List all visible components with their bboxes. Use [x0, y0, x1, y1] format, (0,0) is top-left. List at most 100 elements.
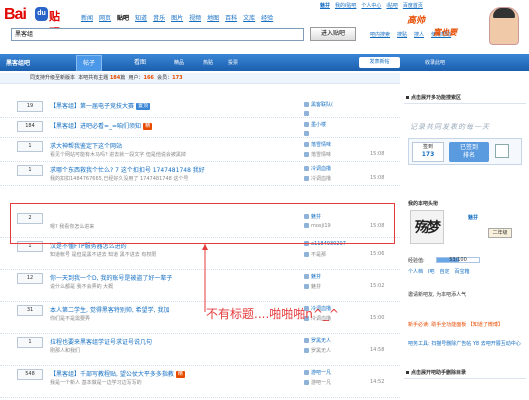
last-replier-name[interactable]: 落雪情味 — [311, 152, 331, 158]
stats-topics: 184 — [109, 75, 121, 81]
thread-title[interactable]: 【黑客组】进吧必看=_=咱们须知精 — [50, 121, 153, 130]
thread-title-text[interactable]: 汉是不懂FTP服务器怎么进的 — [50, 243, 127, 250]
last-replier[interactable]: 落雪情味 — [304, 151, 331, 158]
reply-count: 184 — [17, 121, 43, 132]
thread-title-text[interactable]: 【黑客组】千部写教程贴, 望公仗大平多多指教 — [50, 371, 174, 378]
highlight-box — [10, 203, 395, 244]
nav-link[interactable]: 音乐 — [153, 13, 165, 22]
thread-title-text[interactable]: 【黑客组】第一届电子竞技大赛 — [50, 103, 134, 110]
nav-link[interactable]: 知道 — [135, 13, 147, 22]
thread-author[interactable]: 墨小楼 — [304, 121, 326, 128]
nav-link[interactable]: 百科 — [225, 13, 237, 22]
thread-title[interactable]: 你一天到我一个D, 我的账号是被盗了好一辈子 — [50, 273, 172, 282]
nav-link[interactable]: 新闻 — [81, 13, 93, 22]
thread-author-name[interactable]: 罗黑无人 — [311, 338, 331, 344]
thread-title-text[interactable]: 本人第二学生, 觉得黑客特别帅, 希望学, 我加 — [50, 307, 169, 314]
user-link[interactable]: 魅芬 — [320, 2, 330, 9]
nav-link[interactable]: 图片 — [171, 13, 183, 22]
my-link[interactable]: 个人档 — [408, 268, 423, 275]
last-replier[interactable] — [304, 131, 311, 137]
last-replier[interactable]: 冷调血撸 — [304, 175, 331, 182]
thread-author-name[interactable]: 冷调血撸 — [311, 166, 331, 172]
thread-author-name[interactable]: 黑客联队( — [311, 102, 333, 108]
nav-link[interactable]: 贴吧 — [117, 13, 129, 22]
last-replier[interactable]: 不是那 — [304, 251, 326, 258]
reply-time: 15:08 — [370, 151, 385, 157]
tab-vote[interactable]: 投票 — [228, 59, 238, 66]
thread-title-text[interactable]: 你一天到我一个D, 我的账号是被盗了好一辈子 — [50, 275, 172, 282]
reply-icon — [304, 176, 309, 181]
thread-title[interactable]: 【黑客组】千部写教程贴, 望公仗大平多多指教精 — [50, 369, 185, 378]
nav-link[interactable]: 地图 — [207, 13, 219, 22]
user-link[interactable]: 个人中心 — [361, 2, 381, 9]
sign-status: 已签到 — [459, 144, 478, 151]
tab-images[interactable]: 看图 — [128, 55, 152, 71]
last-replier-name[interactable]: 魅芬 — [311, 284, 321, 290]
thread-author[interactable]: 游吧一凡 — [304, 369, 331, 376]
enter-forum-button[interactable]: 进入贴吧 — [310, 27, 356, 41]
newbie-guide[interactable]: 新手必读: 助手全功能面板 【知道了微博】 — [408, 321, 526, 329]
username[interactable]: 魅芬 — [468, 214, 478, 221]
thread-author-name[interactable]: 魅芬 — [311, 274, 321, 280]
thread-title-text[interactable]: 【黑客组】进吧必看=_=咱们须知 — [50, 123, 141, 130]
user-icon — [304, 370, 309, 375]
thread-title-text[interactable]: 求哪个东西救我个忙么? 7 这个扣扣号 1747481748 我好 — [50, 167, 205, 174]
thread-title[interactable]: 求哪个东西救我个忙么? 7 这个扣扣号 1747481748 我好 — [50, 165, 205, 174]
last-replier[interactable]: 魅芬 — [304, 283, 321, 290]
my-link[interactable]: 百宝箱 — [455, 268, 470, 275]
stats-topics-suffix: 篇 — [120, 75, 126, 81]
nav-link[interactable]: 视频 — [189, 13, 201, 22]
signed-button[interactable]: 已签到 排名 — [449, 142, 489, 162]
promo-banner[interactable]: 高帅 富也要 — [407, 7, 522, 45]
nav-link[interactable]: 经验 — [261, 13, 273, 22]
thread-title-text[interactable]: 求大神帮我鉴定下这个网站 — [50, 143, 122, 150]
avatar[interactable]: 殇梦 — [410, 210, 444, 244]
table-row: 1 拉程也要来黑客组学证号求证号说几句 刚那人和我们 罗黑无人 罗黑无人 14:58 — [0, 334, 400, 366]
thread-title[interactable]: 本人第二学生, 觉得黑客特别帅, 希望学, 我加 — [50, 305, 169, 314]
invite-link[interactable]: 邀请新吧友, 为本吧添人气 — [408, 291, 466, 298]
thread-author-name[interactable]: 落雪情味 — [311, 142, 331, 148]
last-replier[interactable] — [304, 111, 311, 117]
search-input[interactable]: 黑客组 — [11, 28, 304, 41]
my-link[interactable]: 自定 — [440, 268, 450, 275]
thread-title[interactable]: 拉程也要来黑客组学证号求证号说几句 — [50, 337, 152, 346]
exp-progress-bar: 53/100 — [436, 257, 480, 263]
thread-author[interactable]: 罗黑无人 — [304, 337, 331, 344]
my-link[interactable]: I吧 — [428, 268, 434, 275]
new-post-button[interactable]: 发表新帖 — [359, 57, 400, 68]
level-badge: 二年级 — [488, 228, 512, 238]
forum-name[interactable]: 黑客组吧 — [6, 58, 30, 67]
nav-link[interactable]: 网页 — [99, 13, 111, 22]
table-row: 12 你一天到我一个D, 我的账号是被盗了好一辈子 说什么都是 我不会弄的 大概 魅芬… — [0, 270, 400, 302]
user-icon — [304, 142, 309, 147]
user-link[interactable]: i贴吧 — [386, 2, 397, 9]
last-replier[interactable]: 罗黑无人 — [304, 347, 331, 354]
last-replier-name[interactable]: 不是那 — [311, 252, 326, 258]
tab-hot[interactable]: 热贴 — [203, 59, 213, 66]
thread-author[interactable]: 魅芬 — [304, 273, 321, 280]
tab-posts[interactable]: 帖子 — [76, 55, 103, 71]
search-link[interactable]: 搜贴 — [397, 31, 407, 38]
moderator-tools[interactable]: 吧务工具: 扫描号删除广告帖 Y8 去吧开展互动中心 — [408, 340, 526, 348]
calendar-icon[interactable] — [495, 144, 509, 158]
user-link[interactable]: 我的i贴吧 — [335, 2, 356, 9]
last-replier[interactable]: 游吧一凡 — [304, 379, 331, 386]
thread-title[interactable]: 【黑客组】第一届电子竞技大赛 置顶 — [50, 101, 151, 110]
last-replier-name[interactable]: 游吧一凡 — [311, 380, 331, 386]
thread-title[interactable]: 求大神帮我鉴定下这个网站 — [50, 141, 122, 150]
sidebar-head-assistant[interactable]: 点击展开吧助手删除目录 — [404, 367, 526, 379]
tab-featured[interactable]: 精品 — [174, 59, 184, 66]
baidu-tieba-logo[interactable]: Bai du 贴吧 — [4, 6, 70, 39]
search-link[interactable]: 吧内搜索 — [370, 31, 390, 38]
last-replier-name[interactable]: 罗黑无人 — [311, 348, 331, 354]
thread-author-name[interactable]: 墨小楼 — [311, 122, 326, 128]
thread-author-name[interactable]: 游吧一凡 — [311, 370, 331, 376]
nav-link[interactable]: 文库 — [243, 13, 255, 22]
sidebar-head-search[interactable]: 点击展开多功能搜索区 — [404, 92, 526, 104]
thread-author[interactable]: 冷调血撸 — [304, 165, 331, 172]
last-replier-name[interactable]: 冷调血撸 — [311, 176, 331, 182]
thread-title-text[interactable]: 拉程也要来黑客组学证号求证号说几句 — [50, 339, 152, 346]
thread-author[interactable]: 落雪情味 — [304, 141, 331, 148]
thread-author[interactable]: 黑客联队( — [304, 101, 333, 108]
favorite-forum-link[interactable]: 收录此吧 — [425, 59, 445, 66]
